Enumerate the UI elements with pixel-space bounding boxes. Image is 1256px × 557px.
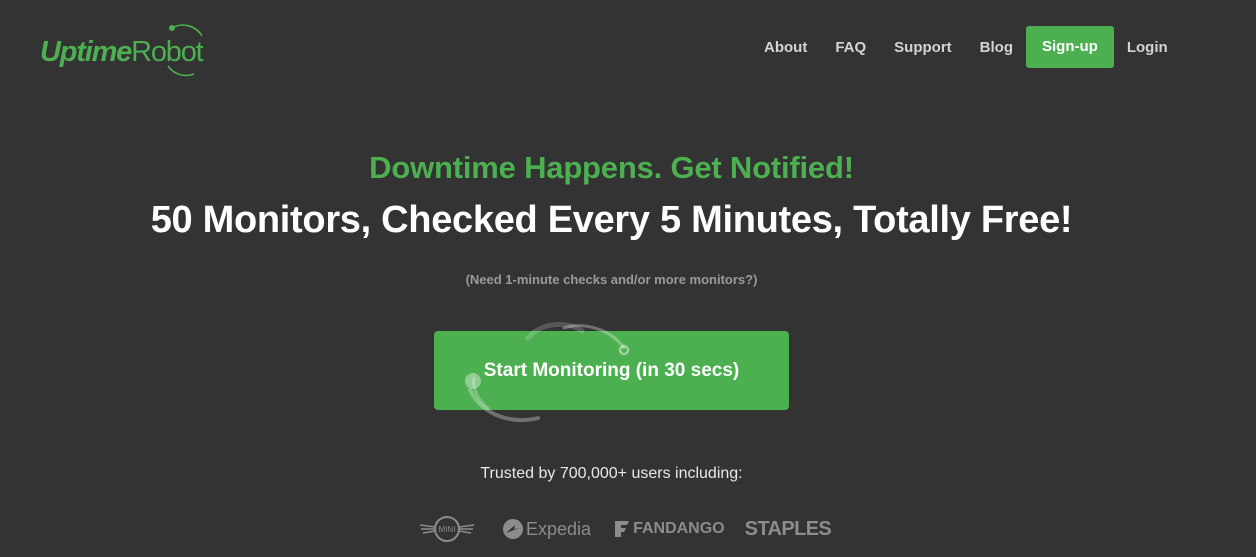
logo-text-uptime: Uptime [40,35,132,68]
logo-orbit-icon [167,24,203,77]
fandango-f-icon [615,521,630,537]
hero-headline: 50 Monitors, Checked Every 5 Minutes, To… [150,199,1073,241]
staples-logo: STAPLES [745,518,832,541]
mini-wordmark: MINI [439,525,456,534]
nav-login[interactable]: Login [1127,39,1168,56]
hero-tagline: Downtime Happens. Get Notified! [369,150,854,185]
expedia-globe-icon [503,519,523,539]
start-monitoring-label: Start Monitoring (in 30 secs) [483,359,740,381]
nav-support[interactable]: Support [894,39,952,56]
trusted-by-text: Trusted by 700,000+ users including: [480,465,743,482]
mini-wings-icon: MINI [419,516,475,542]
mini-logo: MINI [418,514,476,544]
expedia-wordmark: Expedia [526,518,592,539]
expedia-logo: Expedia [502,518,591,540]
start-monitoring-button[interactable]: Start Monitoring (in 30 secs) [434,331,789,410]
nav-blog[interactable]: Blog [980,39,1013,56]
fandango-wordmark: FANDANGO [633,520,725,537]
staples-wordmark: STAPLES [744,517,832,540]
upgrade-note-link[interactable]: (Need 1-minute checks and/or more monito… [0,272,1223,287]
uptimerobot-logo[interactable]: Uptime Robot [40,24,204,80]
nav-about[interactable]: About [764,39,807,56]
nav-faq[interactable]: FAQ [835,39,866,56]
signup-button[interactable]: Sign-up [1026,26,1114,68]
fandango-logo: FANDANGO [613,519,725,539]
top-nav: About FAQ Support Blog Sign-up Login [750,26,1196,68]
client-logos: MINI Expedia FANDANGO STAPLES [418,512,832,546]
